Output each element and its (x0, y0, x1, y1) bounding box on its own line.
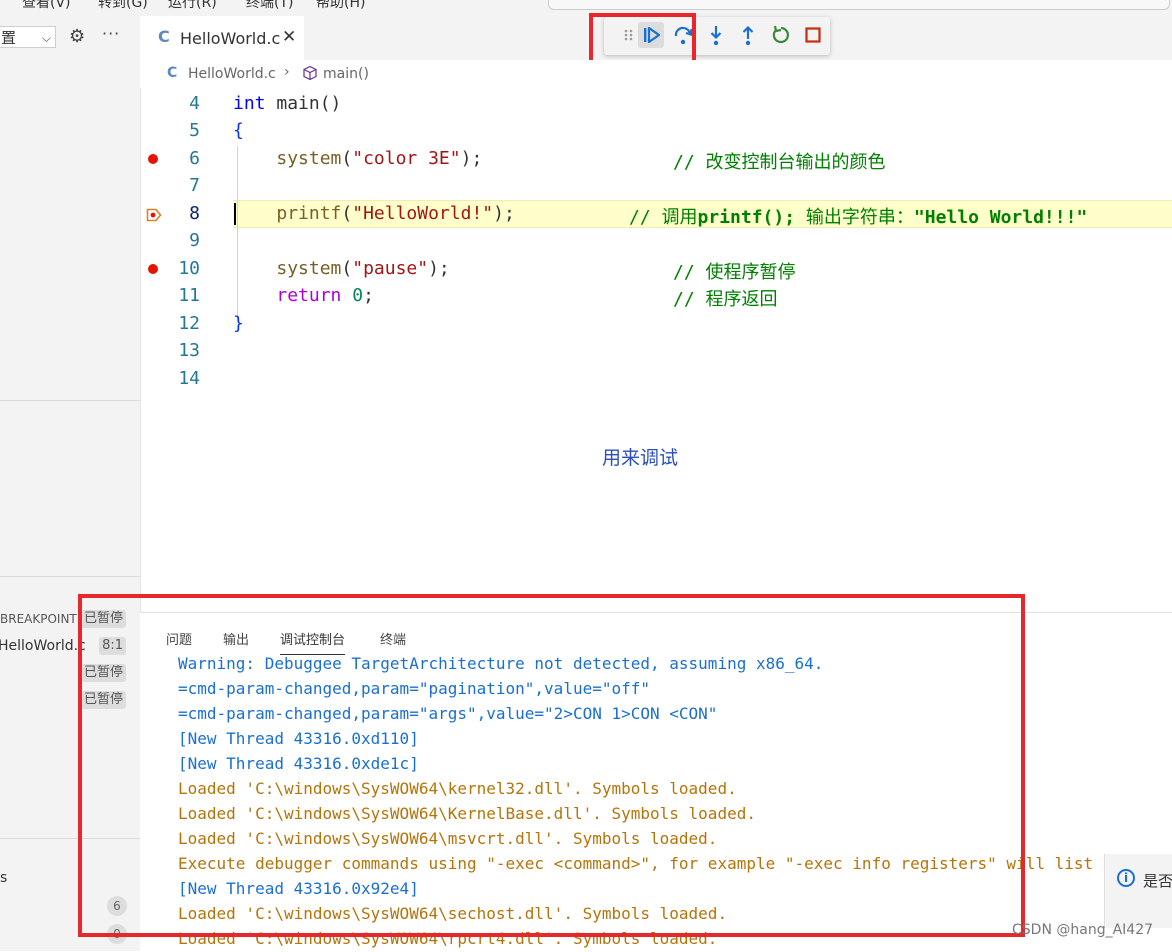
section-label: s (0, 870, 8, 886)
code-line-5: { (233, 120, 244, 141)
line-number: 13 (178, 340, 200, 361)
code-comment-10: // 使程序暂停 (673, 262, 796, 283)
section-divider (0, 400, 140, 401)
annotation-text: 用来调试 (602, 447, 679, 469)
stop-icon[interactable] (800, 22, 826, 48)
breakpoint-icon[interactable] (148, 264, 158, 274)
code-line-4: int main() (233, 93, 342, 114)
menu-item-help[interactable]: 帮助(H) (316, 0, 365, 12)
c-file-icon: C (167, 65, 178, 81)
launch-config-value: 置 (1, 29, 17, 47)
line-number: 14 (178, 368, 200, 389)
restart-icon[interactable] (768, 22, 794, 48)
frame-label: HelloWorld.c (0, 638, 86, 654)
menu-item-run[interactable]: 运行(R) (168, 0, 217, 12)
step-into-icon[interactable] (703, 22, 729, 48)
text-cursor (234, 203, 236, 225)
close-icon[interactable]: ✕ (282, 27, 296, 47)
highlight-box (589, 13, 696, 64)
code-comment-6: // 改变控制台输出的颜色 (673, 152, 886, 173)
current-frame-arrow-icon[interactable] (146, 207, 162, 226)
line-number: 7 (189, 175, 200, 196)
launch-config-select[interactable]: 置 ⌵ (0, 26, 56, 48)
code-line-8: printf("HelloWorld!"); (276, 203, 515, 224)
menu-item-view[interactable]: 查看(V) (22, 0, 71, 12)
menu-item-goto[interactable]: 转到(G) (98, 0, 148, 12)
menu-item-terminal[interactable]: 终端(T) (246, 0, 293, 12)
section-divider (0, 576, 140, 577)
gear-icon[interactable]: ⚙ (69, 26, 85, 47)
line-number: 4 (189, 93, 200, 114)
code-comment-8: // 调用printf(); 输出字符串："Hello World!!!" (629, 207, 1088, 228)
code-line-6: system("color 3E"); (276, 148, 483, 169)
breadcrumb: C HelloWorld.c › main() (140, 60, 1172, 88)
more-actions-icon[interactable]: ··· (102, 24, 120, 43)
line-number: 5 (189, 120, 200, 141)
info-icon: i (1117, 869, 1135, 887)
highlight-box (78, 594, 1025, 937)
breadcrumb-symbol[interactable]: main() (323, 66, 369, 82)
tab-helloworld-c[interactable]: C HelloWorld.c ✕ (140, 16, 304, 60)
breakpoint-icon[interactable] (148, 154, 158, 164)
notification-text: 是否 (1143, 872, 1172, 890)
cube-symbol-icon (302, 65, 318, 85)
code-line-10: system("pause"); (276, 258, 450, 279)
watermark: CSDN @hang_AI427 (1012, 922, 1154, 938)
tab-label: HelloWorld.c (180, 29, 281, 48)
notification-toast[interactable]: i 是否 (1104, 854, 1172, 928)
chevron-down-icon: ⌵ (41, 31, 51, 45)
c-file-icon: C (158, 27, 170, 46)
command-center-search[interactable] (548, 0, 1170, 10)
menu-bar: 查看(V) 转到(G) 运行(R) 终端(T) 帮助(H) (0, 0, 1172, 16)
code-comment-11: // 程序返回 (673, 289, 778, 310)
line-number: 9 (189, 230, 200, 251)
line-number: 12 (178, 313, 200, 334)
thread-label: BREAKPOINT (0, 612, 77, 626)
step-out-icon[interactable] (735, 22, 761, 48)
code-line-12: } (233, 313, 244, 334)
chevron-right-icon: › (284, 64, 290, 80)
line-number: 11 (178, 285, 200, 306)
breadcrumb-file[interactable]: HelloWorld.c (188, 66, 276, 82)
code-line-11: return 0; (276, 285, 374, 306)
